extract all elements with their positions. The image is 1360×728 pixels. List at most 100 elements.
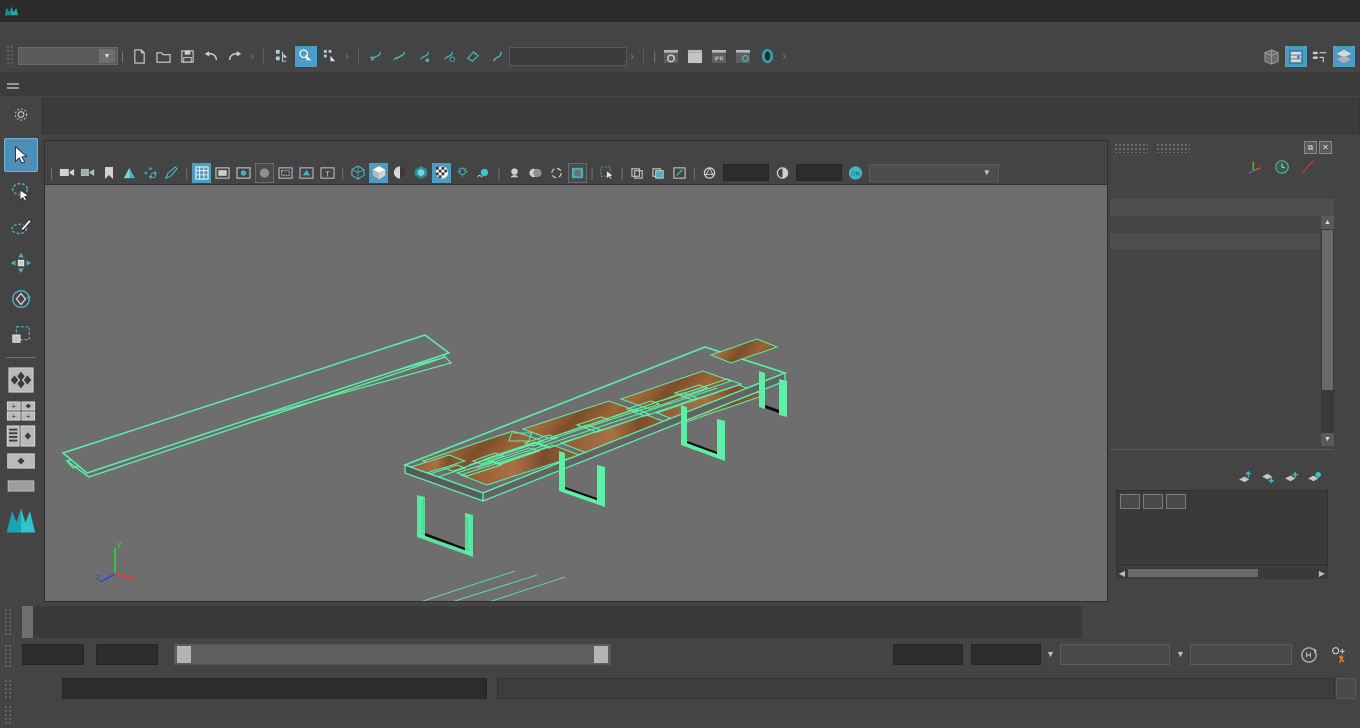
shape-node-name[interactable] [1110, 233, 1320, 249]
hypershade-render-button[interactable] [756, 46, 778, 67]
command-line-drag-handle[interactable] [4, 679, 12, 699]
redo-render-button[interactable] [684, 46, 706, 67]
time-slider[interactable] [22, 606, 1082, 638]
toolbar-drag-handle[interactable] [6, 45, 14, 67]
undock-panel-button[interactable]: ⧉ [1304, 141, 1317, 154]
status-line-drag-handle[interactable] [4, 705, 12, 725]
range-drag-handle[interactable] [4, 644, 12, 669]
scroll-down-arrow[interactable]: ▼ [1321, 433, 1334, 446]
playback-start-time-field[interactable] [96, 644, 158, 665]
animation-preferences-icon[interactable] [1330, 646, 1348, 667]
display-layer-list[interactable] [1116, 490, 1328, 566]
gamma-field[interactable] [795, 164, 842, 181]
scroll-left-arrow[interactable]: ◀ [1116, 569, 1128, 578]
color-management-selector[interactable]: ▼ [868, 163, 999, 182]
film-gate-display-icon[interactable] [276, 163, 295, 183]
snap-to-view-planes-button[interactable] [462, 46, 484, 67]
create-layer-from-selected-icon[interactable] [1307, 471, 1322, 487]
smooth-shade-all-icon[interactable] [369, 162, 389, 183]
quick-layout-single-persp-button[interactable] [4, 449, 38, 473]
layer-type-toggle[interactable] [1166, 493, 1186, 509]
undo-button[interactable] [200, 46, 222, 67]
layer-color-swatch[interactable] [1189, 494, 1205, 509]
toggle-attribute-editor-button[interactable] [1285, 46, 1307, 67]
shadows-icon[interactable] [453, 163, 472, 183]
minimize-button[interactable] [1222, 0, 1268, 22]
workspace-selector[interactable]: ▼ [18, 47, 118, 65]
character-set-selector[interactable] [1190, 644, 1292, 665]
render-settings-button[interactable] [732, 46, 754, 67]
quick-layout-four-view-button[interactable] [4, 363, 38, 397]
exposure-icon-group-1[interactable] [628, 163, 647, 183]
close-panel-button[interactable]: ✕ [1319, 141, 1332, 154]
wireframe-shading-icon[interactable] [348, 163, 367, 183]
playback-end-time-field[interactable] [893, 644, 963, 665]
command-input-field[interactable] [62, 678, 487, 699]
render-current-frame-button[interactable] [660, 46, 682, 67]
isolate-select-icon[interactable] [567, 162, 587, 183]
scrollbar-thumb[interactable] [1322, 230, 1333, 390]
quick-layout-persp-outliner-button[interactable]: + + + [4, 399, 38, 423]
xray-select-icon[interactable] [598, 163, 617, 183]
color-management-toggle-icon[interactable]: ON [846, 163, 865, 183]
panel-drag-handle-right[interactable] [1156, 143, 1190, 153]
range-slider-bar[interactable] [174, 644, 611, 665]
select-camera-icon[interactable] [57, 163, 76, 183]
script-editor-button[interactable] [1336, 678, 1356, 699]
snap-to-projected-center-button[interactable] [438, 46, 460, 67]
bookmark-icon[interactable] [99, 163, 118, 183]
timeline-drag-handle[interactable] [4, 608, 12, 636]
depth-of-field-icon[interactable] [547, 163, 566, 183]
select-by-component-type-button[interactable] [319, 46, 341, 67]
create-new-layer-icon[interactable] [1284, 471, 1299, 487]
layer-playback-toggle[interactable] [1143, 493, 1163, 509]
gate-mask-icon[interactable] [255, 162, 275, 183]
redo-button[interactable] [224, 46, 246, 67]
scroll-right-arrow[interactable]: ▶ [1316, 569, 1328, 578]
chevron-down-icon[interactable]: ▼ [976, 165, 998, 181]
paint-select-tool-button[interactable] [4, 210, 38, 244]
grease-pencil-icon[interactable] [162, 163, 181, 183]
maximize-button[interactable] [1268, 0, 1314, 22]
range-slider-right-handle[interactable] [594, 646, 608, 663]
animation-start-time-field[interactable] [22, 644, 84, 665]
quick-layout-extra-button[interactable] [4, 474, 38, 498]
two-d-pan-zoom-icon[interactable] [141, 163, 160, 183]
snap-to-curves-button[interactable] [390, 46, 412, 67]
toggle-modeling-toolkit-button[interactable] [1261, 46, 1283, 67]
select-by-object-type-button[interactable] [295, 45, 318, 67]
snap-to-points-button[interactable] [414, 46, 436, 67]
quick-layout-hypergraph-button[interactable] [4, 424, 38, 448]
manipulator-icon[interactable] [1248, 159, 1264, 178]
gear-icon[interactable] [14, 107, 29, 125]
lasso-select-tool-button[interactable] [4, 174, 38, 208]
select-by-hierarchy-button[interactable] [271, 46, 293, 67]
new-scene-button[interactable] [128, 46, 150, 67]
scale-tool-button[interactable] [4, 318, 38, 352]
clock-icon[interactable] [1274, 159, 1290, 178]
animation-end-time-field[interactable] [971, 644, 1041, 665]
close-button[interactable] [1314, 0, 1360, 22]
persp-viewport[interactable]: y x z [45, 185, 1107, 601]
multi-sample-aa-icon[interactable] [526, 163, 545, 183]
resolution-gate-icon[interactable] [234, 163, 253, 183]
move-layer-down-icon[interactable] [1261, 471, 1276, 487]
grid-toggle-icon[interactable] [192, 162, 212, 183]
film-gate-icon[interactable] [213, 163, 232, 183]
exposure-field[interactable] [722, 164, 769, 181]
anim-layer-chevron-down-icon[interactable]: ▼ [1046, 649, 1055, 659]
panel-drag-handle[interactable] [1114, 143, 1148, 153]
channel-box-object-name[interactable] [1110, 199, 1334, 216]
live-surface-field[interactable] [509, 46, 628, 66]
title-safe-icon[interactable]: T [318, 163, 337, 183]
character-set-chevron-down-icon[interactable]: ▼ [1176, 649, 1185, 659]
screen-space-ao-icon[interactable] [474, 163, 493, 183]
curve-icon[interactable] [1300, 159, 1316, 178]
toggle-channel-box-button[interactable] [1333, 46, 1355, 67]
scroll-up-arrow[interactable]: ▲ [1321, 216, 1334, 229]
image-plane-icon[interactable] [120, 163, 139, 183]
rotate-tool-button[interactable] [4, 282, 38, 316]
current-time-indicator[interactable] [22, 606, 33, 638]
select-tool-button[interactable] [4, 138, 38, 172]
maya-bonus-logo-icon[interactable] [4, 500, 38, 540]
